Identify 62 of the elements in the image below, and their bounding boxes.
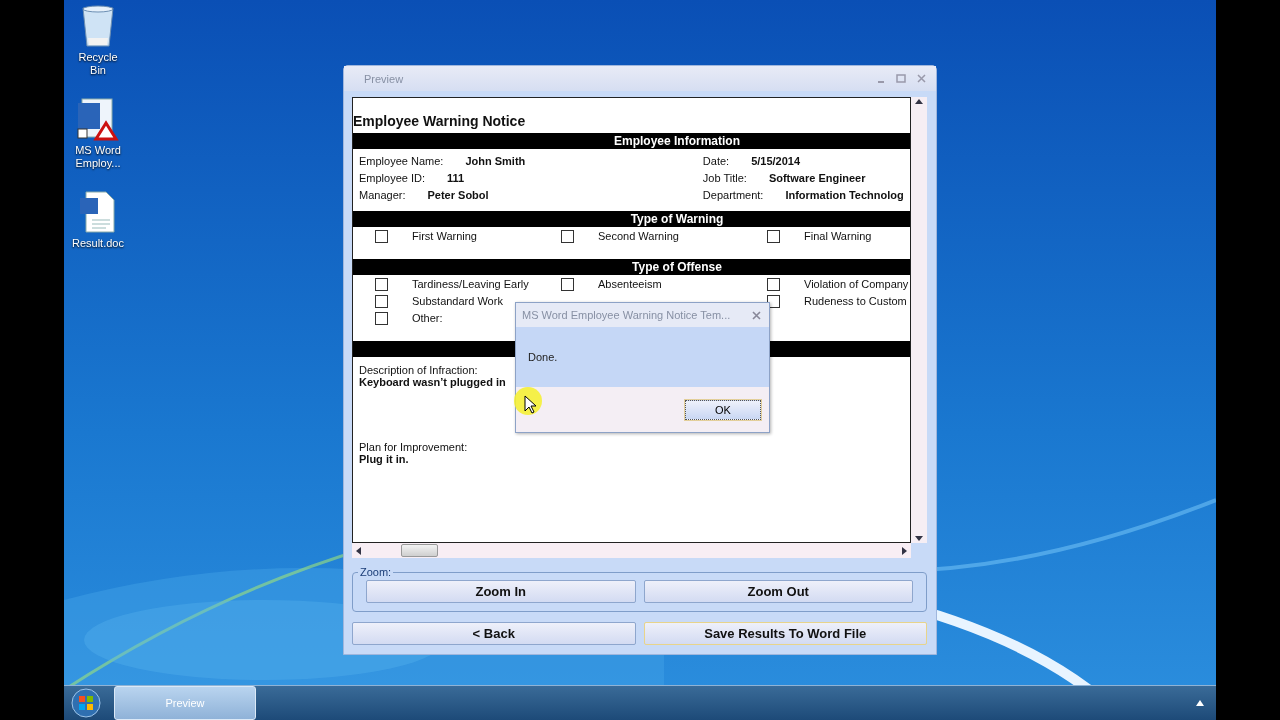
checkbox-label: Final Warning (804, 230, 872, 242)
close-icon[interactable] (752, 310, 761, 320)
cursor-highlight-icon (513, 386, 543, 416)
desktop-icon-label[interactable]: MS Word Employ... (69, 144, 127, 170)
document-title: Employee Warning Notice (353, 113, 527, 129)
document-icon[interactable] (78, 190, 118, 234)
zoom-button[interactable]: Zoom Out (643, 580, 913, 603)
checkbox-label: Violation of Company (804, 278, 909, 290)
section-heading: Employee Information (614, 134, 740, 148)
checkbox[interactable] (561, 229, 574, 243)
field-label: Employee ID: (359, 171, 426, 184)
note-text: Keyboard wasn’t plugged in (359, 376, 507, 388)
checkbox[interactable] (561, 277, 574, 291)
field-label: Employee Name: (359, 154, 444, 167)
scroll-left-icon[interactable] (356, 546, 361, 555)
note-label: Description of Infraction: (359, 364, 479, 376)
desktop-icon-label[interactable]: Result.doc (69, 237, 127, 250)
field-value: Software Engineer (768, 171, 866, 184)
checkbox[interactable] (767, 229, 780, 243)
tray-arrow-icon[interactable] (1196, 700, 1204, 706)
action-button[interactable]: < Back (352, 622, 636, 645)
dialog-message: Done. (528, 351, 558, 363)
checkbox-label: Substandard Work (412, 295, 503, 307)
scroll-down-icon[interactable] (915, 536, 923, 541)
checkbox[interactable] (767, 277, 780, 291)
checkbox-label: First Warning (412, 230, 477, 242)
scroll-up-icon[interactable] (915, 99, 923, 104)
field-label: Department: (702, 188, 764, 201)
checkbox-label: Tardiness/Leaving Early (412, 278, 529, 290)
note-label: Plan for Improvement: (359, 441, 469, 453)
note-text: Plug it in. (359, 453, 410, 465)
field-label: Date: (702, 154, 730, 167)
checkbox-label: Rudeness to Custom (804, 295, 907, 307)
checkbox[interactable] (375, 294, 388, 308)
field-value: John Smith (465, 154, 526, 167)
field-label: Job Title: (702, 171, 747, 184)
horizontal-scrollbar[interactable] (352, 543, 911, 558)
document-warning-icon[interactable] (76, 97, 120, 141)
field-value: Peter Sobol (427, 188, 489, 201)
scroll-right-icon[interactable] (902, 546, 907, 555)
checkbox[interactable] (375, 277, 388, 291)
action-button[interactable]: Save Results To Word File (643, 622, 927, 645)
window-title: Preview (364, 72, 405, 85)
vertical-scrollbar[interactable] (911, 97, 927, 543)
start-orb-icon[interactable] (68, 687, 104, 719)
checkbox-label: Other: (412, 312, 443, 324)
field-label: Manager: (359, 188, 406, 201)
zoom-button[interactable]: Zoom In (366, 580, 636, 603)
checkbox[interactable] (375, 229, 388, 243)
checkbox-label: Second Warning (598, 230, 679, 242)
group-label: Zoom: (359, 566, 393, 578)
section-heading: Type of Offense (632, 260, 722, 274)
field-value: 111 (447, 171, 465, 184)
field-value: 5/15/2014 (751, 154, 801, 167)
dialog-title: MS Word Employee Warning Notice Tem... (522, 309, 732, 321)
ok-button[interactable]: OK (685, 399, 761, 420)
checkbox[interactable] (375, 311, 388, 325)
section-heading: Type of Warning (630, 212, 724, 226)
desktop-icon-label[interactable]: Recycle Bin (69, 51, 127, 77)
checkbox-label: Absenteeism (598, 278, 662, 290)
field-value: Information Technolog (785, 188, 904, 201)
recycle-bin-icon[interactable] (80, 4, 116, 48)
